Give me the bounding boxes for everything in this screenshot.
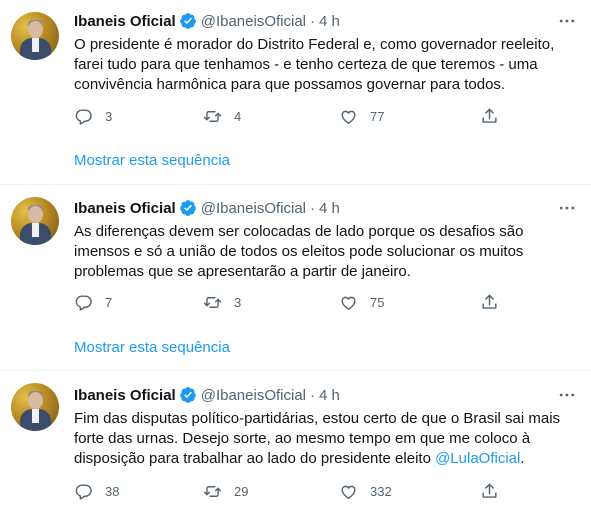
reply-icon	[75, 294, 92, 311]
retweet-button[interactable]: 29	[203, 481, 248, 501]
mention-link[interactable]: @LulaOficial	[435, 450, 520, 467]
tweet-header: Ibaneis Oficial @IbaneisOficial · 4 h	[74, 11, 340, 31]
author-handle[interactable]: @IbaneisOficial	[201, 200, 306, 217]
retweet-icon	[203, 110, 222, 122]
tweet-text-line: problemas que se apresentarão a partir d…	[74, 263, 411, 280]
like-count: 332	[370, 483, 392, 499]
show-thread-link[interactable]: Mostrar esta sequência	[74, 339, 230, 356]
author-handle[interactable]: @IbaneisOficial	[201, 387, 306, 404]
tweet-text: O presidente é morador do Distrito Feder…	[74, 35, 574, 95]
tweet-header: Ibaneis Oficial @IbaneisOficial · 4 h	[74, 385, 340, 405]
tweet-text-line: As diferenças devem ser colocadas de lad…	[74, 223, 524, 240]
show-thread-link[interactable]: Mostrar esta sequência	[74, 152, 230, 169]
tweet-text-line: farei tudo para que tenhamos - e tenho c…	[74, 56, 538, 73]
heart-icon	[341, 485, 356, 499]
like-count: 77	[370, 108, 385, 124]
tweet-text-line: imensos e só a união de todos os eleitos…	[74, 243, 524, 260]
share-button[interactable]	[480, 481, 499, 501]
retweet-icon	[203, 485, 222, 497]
heart-icon	[341, 296, 356, 310]
author-name[interactable]: Ibaneis Oficial	[74, 387, 176, 404]
heart-icon	[341, 110, 356, 124]
timestamp[interactable]: 4 h	[319, 387, 340, 404]
share-button[interactable]	[480, 292, 499, 312]
timestamp[interactable]: 4 h	[319, 13, 340, 30]
reply-button[interactable]: 3	[74, 106, 112, 126]
author-name[interactable]: Ibaneis Oficial	[74, 200, 176, 217]
share-icon	[482, 483, 497, 498]
tweet-text-line: O presidente é morador do Distrito Feder…	[74, 36, 555, 53]
tweet-text: Fim das disputas político-partidárias, e…	[74, 409, 574, 469]
retweet-count: 3	[234, 294, 242, 310]
like-count: 75	[370, 294, 385, 310]
separator-dot: ·	[310, 386, 315, 404]
timestamp[interactable]: 4 h	[319, 200, 340, 217]
tweet-text-line: Fim das disputas político-partidárias, e…	[74, 410, 561, 427]
reply-count: 38	[105, 483, 120, 499]
reply-count: 3	[105, 108, 113, 124]
tweet[interactable]: Ibaneis Oficial @IbaneisOficial · 4 h O …	[0, 0, 591, 185]
share-icon	[482, 108, 497, 123]
more-horizontal-icon[interactable]	[557, 198, 577, 218]
like-button[interactable]: 77	[339, 106, 384, 126]
reply-icon	[75, 108, 92, 125]
tweet-text-line: convivência harmônica para que possamos …	[74, 76, 506, 93]
avatar[interactable]	[11, 383, 59, 431]
tweet-text-fragment: disposição para trabalhar ao lado do pre…	[74, 450, 436, 467]
tweet-text: As diferenças devem ser colocadas de lad…	[74, 222, 574, 282]
more-horizontal-icon[interactable]	[557, 11, 577, 31]
tweet-text-line: disposição para trabalhar ao lado do pre…	[74, 449, 574, 469]
tweet-text-line: forte das urnas. Desejo sorte, ao mesmo …	[74, 430, 531, 447]
share-icon	[482, 294, 497, 309]
reply-button[interactable]: 7	[74, 292, 112, 312]
like-button[interactable]: 332	[339, 481, 392, 501]
avatar[interactable]	[11, 197, 59, 245]
tweet[interactable]: Ibaneis Oficial @IbaneisOficial · 4 h Fi…	[0, 371, 591, 515]
tweet-header: Ibaneis Oficial @IbaneisOficial · 4 h	[74, 198, 340, 218]
separator-dot: ·	[310, 199, 315, 217]
retweet-count: 4	[234, 108, 242, 124]
reply-button[interactable]: 38	[74, 481, 119, 501]
retweet-count: 29	[234, 483, 249, 499]
retweet-button[interactable]: 3	[203, 292, 241, 312]
share-button[interactable]	[480, 106, 499, 126]
avatar[interactable]	[11, 12, 59, 60]
retweet-button[interactable]: 4	[203, 106, 241, 126]
separator-dot: ·	[310, 12, 315, 30]
author-handle[interactable]: @IbaneisOficial	[201, 13, 306, 30]
verified-badge-icon	[179, 387, 196, 403]
tweet-text-fragment: .	[520, 450, 525, 467]
verified-badge-icon	[179, 200, 196, 216]
author-name[interactable]: Ibaneis Oficial	[74, 13, 176, 30]
tweet[interactable]: Ibaneis Oficial @IbaneisOficial · 4 h As…	[0, 185, 591, 371]
reply-icon	[75, 483, 92, 500]
reply-count: 7	[105, 294, 113, 310]
tweet-feed: Ibaneis Oficial @IbaneisOficial · 4 h O …	[0, 0, 591, 515]
verified-badge-icon	[179, 13, 196, 29]
retweet-icon	[203, 296, 222, 308]
like-button[interactable]: 75	[339, 292, 384, 312]
more-horizontal-icon[interactable]	[557, 385, 577, 405]
